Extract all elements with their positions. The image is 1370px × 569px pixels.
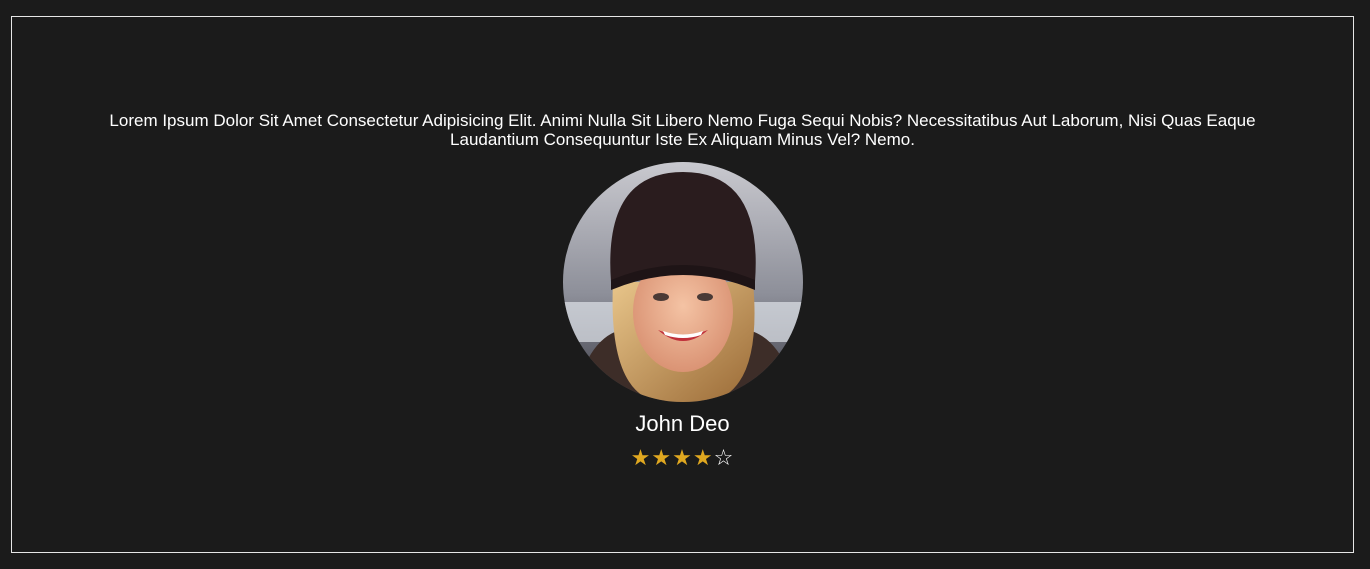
avatar xyxy=(562,162,803,402)
star-icon: ★ xyxy=(651,445,673,470)
reviewer-name: John Deo xyxy=(635,411,730,436)
star-icon: ☆ xyxy=(713,445,735,470)
star-icon: ★ xyxy=(692,445,714,470)
avatar-photo-icon xyxy=(562,162,803,402)
testimonial-card: Lorem Ipsum Dolor Sit Amet Consectetur A… xyxy=(11,16,1354,553)
star-icon: ★ xyxy=(672,445,693,470)
testimonial-content: Lorem Ipsum Dolor Sit Amet Consectetur A… xyxy=(12,111,1353,471)
star-rating: ★★★★☆ xyxy=(12,445,1353,471)
testimonial-quote: Lorem Ipsum Dolor Sit Amet Consectetur A… xyxy=(109,111,1256,149)
star-icon: ★ xyxy=(630,445,652,470)
